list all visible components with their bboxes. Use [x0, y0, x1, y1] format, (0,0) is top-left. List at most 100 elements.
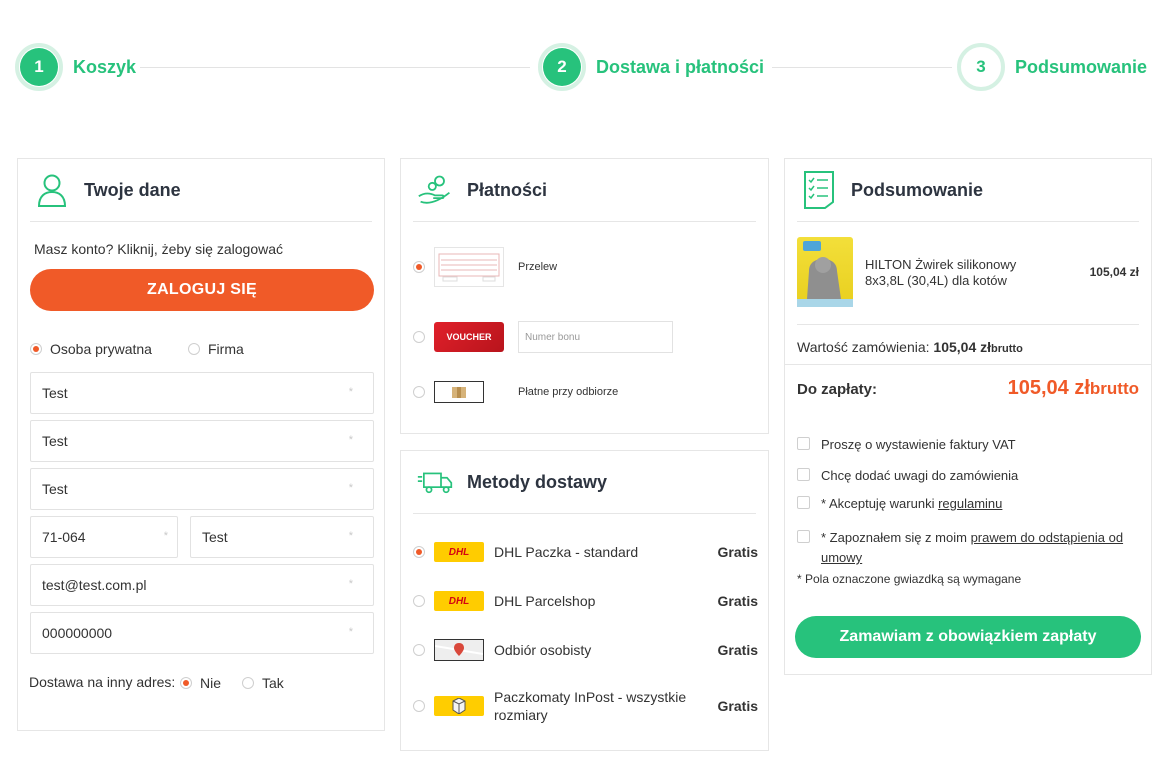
order-value: 105,04 zł: [933, 339, 992, 355]
login-prompt: Masz konto? Kliknij, żeby się zalogować: [34, 241, 284, 257]
voucher-placeholder: Numer bonu: [525, 331, 581, 343]
bank-transfer-icon: [434, 247, 504, 287]
postal-code-field[interactable]: 71-064 *: [30, 516, 178, 558]
checkout-steps: 1 Koszyk 2 Dostawa i płatności 3 Podsumo…: [0, 0, 1167, 130]
payment-option-cod[interactable]: Płatne przy odbiorze: [413, 381, 618, 403]
field-value: 000000000: [42, 625, 113, 641]
checkbox[interactable]: [797, 437, 810, 450]
checkbox-label: * Zapoznałem się z moim prawem do odstąp…: [821, 528, 1137, 568]
field-value: test@test.com.pl: [42, 577, 147, 593]
checkbox[interactable]: [797, 530, 810, 543]
radio-indicator[interactable]: [413, 700, 425, 712]
payment-option-transfer[interactable]: Przelew: [413, 247, 557, 287]
radio-indicator[interactable]: [180, 677, 192, 689]
delivery-card: Metody dostawy DHL DHL Paczka - standard…: [400, 450, 769, 751]
required-star-icon: *: [163, 530, 168, 542]
product-name[interactable]: HILTON Żwirek silikonowy 8x3,8L (30,4L) …: [865, 257, 1035, 289]
required-star-icon: *: [348, 434, 353, 446]
payment-option-voucher[interactable]: VOUCHER Numer bonu: [413, 321, 673, 353]
payment-label: Przelew: [518, 261, 558, 273]
checkbox[interactable]: [797, 468, 810, 481]
other-address-label: Dostawa na inny adres:: [29, 674, 176, 690]
delivery-option-dhl-parcelshop[interactable]: DHL DHL Parcelshop Gratis: [413, 591, 758, 611]
checkbox-label: Proszę o wystawienie faktury VAT: [821, 437, 1016, 452]
login-button[interactable]: ZALOGUJ SIĘ: [30, 269, 374, 311]
radio-indicator[interactable]: [413, 644, 425, 656]
delivery-name: DHL Paczka - standard: [494, 544, 639, 560]
delivery-option-dhl-standard[interactable]: DHL DHL Paczka - standard Gratis: [413, 542, 758, 562]
voucher-code-input[interactable]: Numer bonu: [518, 321, 673, 353]
checkbox-order-notes[interactable]: Chcę dodać uwagi do zamówienia: [797, 466, 1018, 486]
delivery-price: Gratis: [717, 593, 758, 609]
radio-label: Firma: [208, 341, 244, 357]
dhl-logo: DHL: [434, 591, 484, 611]
payment-label: Płatne przy odbiorze: [518, 386, 619, 398]
card-title: Metody dostawy: [467, 471, 608, 492]
delivery-name: Paczkomaty InPost - wszystkie rozmiary: [494, 689, 687, 723]
radio-indicator[interactable]: [242, 677, 254, 689]
dhl-logo: DHL: [434, 542, 484, 562]
delivery-option-pickup[interactable]: Odbiór osobisty Gratis: [413, 639, 758, 661]
required-star-icon: *: [348, 626, 353, 638]
map-pin-icon: [434, 639, 484, 661]
radio-other-address-no[interactable]: Nie: [180, 675, 221, 691]
order-summary-card: Podsumowanie HILTON Żwirek silikonowy 8x…: [784, 158, 1152, 675]
radio-label: Nie: [200, 675, 222, 691]
radio-indicator[interactable]: [413, 546, 425, 558]
radio-indicator[interactable]: [188, 343, 200, 355]
step-connector: [140, 67, 530, 68]
first-name-field[interactable]: Test *: [30, 372, 374, 414]
checkbox-prefix: * Zapoznałem się z moim: [821, 530, 971, 545]
radio-indicator[interactable]: [30, 343, 42, 355]
step-delivery-payment[interactable]: 2 Dostawa i płatności: [538, 43, 764, 91]
radio-private-person[interactable]: Osoba prywatna: [30, 341, 152, 357]
city-field[interactable]: Test *: [190, 516, 374, 558]
radio-other-address-yes[interactable]: Tak: [242, 675, 284, 691]
card-title: Twoje dane: [84, 179, 181, 200]
radio-indicator[interactable]: [413, 386, 425, 398]
payments-card: Płatności Przelew VOUCHER Numer bonu Pła…: [400, 158, 769, 434]
checkbox-vat-invoice[interactable]: Proszę o wystawienie faktury VAT: [797, 435, 1016, 455]
divider: [785, 364, 1151, 365]
radio-indicator[interactable]: [413, 261, 425, 273]
order-value-label: Wartość zamówienia:: [797, 339, 930, 355]
field-value: Test: [42, 385, 68, 401]
card-title: Podsumowanie: [851, 179, 984, 200]
delivery-price: Gratis: [717, 698, 758, 714]
product-price: 105,04 zł: [1089, 265, 1139, 279]
delivery-option-inpost[interactable]: Paczkomaty InPost - wszystkie rozmiary G…: [413, 688, 758, 724]
email-field[interactable]: test@test.com.pl *: [30, 564, 374, 606]
delivery-name: Odbiór osobisty: [494, 642, 592, 658]
checkbox-label: * Akceptuję warunki regulaminu: [821, 494, 1002, 514]
place-order-button[interactable]: Zamawiam z obowiązkiem zapłaty: [795, 616, 1141, 658]
radio-indicator[interactable]: [413, 595, 425, 607]
product-image[interactable]: [797, 237, 853, 307]
step-connector: [772, 67, 952, 68]
checkbox-accept-terms[interactable]: * Akceptuję warunki regulaminu: [797, 494, 1002, 514]
last-name-field[interactable]: Test *: [30, 420, 374, 462]
terms-link[interactable]: regulaminu: [938, 496, 1002, 511]
card-title: Płatności: [467, 179, 548, 200]
step-cart[interactable]: 1 Koszyk: [15, 43, 136, 91]
brutto-suffix: brutto: [1089, 379, 1139, 398]
to-pay-amount: 105,04 złbrutto: [1008, 377, 1139, 400]
required-star-icon: *: [348, 530, 353, 542]
radio-indicator[interactable]: [413, 331, 425, 343]
delivery-name: DHL Parcelshop: [494, 593, 596, 609]
radio-company[interactable]: Firma: [188, 341, 244, 357]
step-summary: 3 Podsumowanie: [957, 43, 1147, 91]
cart-product: HILTON Żwirek silikonowy 8x3,8L (30,4L) …: [797, 233, 1139, 325]
phone-field[interactable]: 000000000 *: [30, 612, 374, 654]
delivery-price: Gratis: [717, 544, 758, 560]
checkbox-label: Chcę dodać uwagi do zamówienia: [821, 468, 1019, 483]
radio-label: Osoba prywatna: [50, 341, 152, 357]
checklist-icon: [801, 171, 837, 209]
to-pay-label: Do zapłaty:: [797, 381, 878, 398]
checkbox[interactable]: [797, 496, 810, 509]
customer-data-card: Twoje dane Masz konto? Kliknij, żeby się…: [17, 158, 385, 731]
card-header: Podsumowanie: [797, 159, 1139, 222]
required-fields-note: * Pola oznaczone gwiazdką są wymagane: [797, 572, 1022, 586]
field-value: Test: [42, 481, 68, 497]
checkbox-withdrawal-right[interactable]: * Zapoznałem się z moim prawem do odstąp…: [797, 528, 1137, 568]
street-field[interactable]: Test *: [30, 468, 374, 510]
